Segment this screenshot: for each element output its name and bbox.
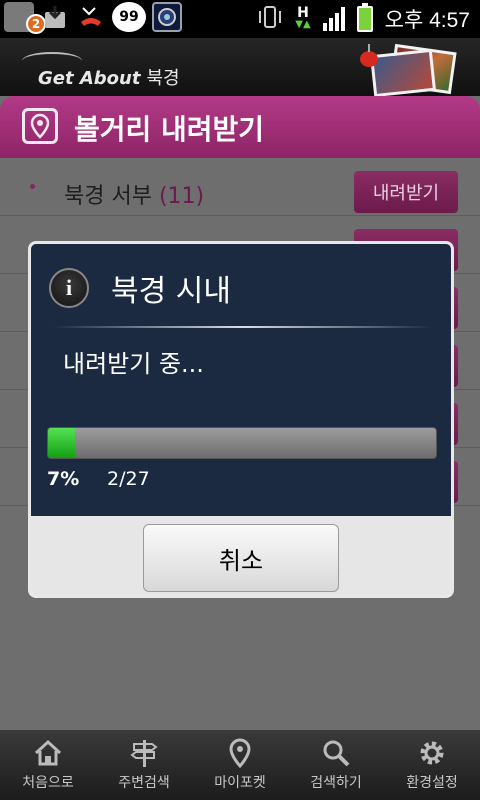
- dialog-button-bar: 취소: [31, 516, 451, 595]
- signpost-icon: [126, 738, 162, 768]
- dialog-message: 내려받기 중...: [63, 350, 204, 378]
- download-button[interactable]: 내려받기: [354, 171, 458, 213]
- progress-count: 2/27: [107, 468, 150, 490]
- nav-settings[interactable]: 환경설정: [384, 730, 480, 800]
- progress-percent: 7%: [47, 468, 80, 490]
- nav-label: 환경설정: [406, 775, 458, 791]
- photo-notification-icon: 2: [4, 2, 46, 34]
- nav-search[interactable]: 검색하기: [288, 730, 384, 800]
- dialog-divider: [53, 326, 433, 328]
- network-letter: H: [297, 5, 309, 21]
- vibrate-icon: [257, 5, 283, 33]
- bullet-icon: [30, 184, 35, 189]
- app-header: Get About 북경: [0, 38, 480, 98]
- lantern-icon: [360, 44, 378, 67]
- paw-counter-icon: 99: [112, 2, 146, 32]
- nav-label: 주변검색: [118, 775, 170, 791]
- cancel-button[interactable]: 취소: [143, 524, 339, 592]
- location-pin-icon: [222, 738, 258, 768]
- header-photo-collage: [352, 43, 472, 98]
- logo-city: 북경: [146, 68, 180, 89]
- status-bar: 2 99 H ▼▲ 오후 4:57: [0, 0, 480, 38]
- page-title: 볼거리 내려받기: [74, 113, 265, 146]
- region-name: 북경 서부: [64, 184, 152, 209]
- missed-call-icon: [76, 2, 106, 32]
- page-title-bar: 볼거리 내려받기: [0, 96, 480, 158]
- logo-text: Get About: [38, 68, 141, 89]
- nav-nearby[interactable]: 주변검색: [96, 730, 192, 800]
- network-type-icon: H ▼▲: [295, 5, 311, 30]
- nav-home[interactable]: 처음으로: [0, 730, 96, 800]
- progress-fill: [48, 428, 76, 458]
- list-item-label: 북경 서부 (11): [64, 178, 204, 210]
- home-icon: [30, 738, 66, 768]
- search-icon: [318, 738, 354, 768]
- bottom-nav: 처음으로 주변검색 마이포켓 검색하기 환경설정: [0, 730, 480, 800]
- app-logo: Get About 북경: [38, 64, 180, 90]
- location-pin-icon: [22, 108, 58, 144]
- list-item[interactable]: 북경 서부 (11) 내려받기: [0, 158, 480, 216]
- info-icon: i: [49, 268, 89, 308]
- status-clock: 오후 4:57: [384, 9, 470, 32]
- progress-bar: [47, 427, 437, 459]
- nav-my-pocket[interactable]: 마이포켓: [192, 730, 288, 800]
- nav-label: 검색하기: [310, 775, 362, 791]
- dialog-title: 북경 시내: [111, 274, 231, 309]
- gear-icon: [414, 738, 450, 768]
- download-notification-icon: [40, 2, 70, 32]
- nav-label: 처음으로: [22, 775, 74, 791]
- nav-label: 마이포켓: [214, 775, 266, 791]
- signal-strength-icon: [322, 7, 345, 31]
- camera-app-icon: [152, 2, 182, 32]
- download-progress-dialog: i 북경 시내 내려받기 중... 7% 2/27 취소: [28, 241, 454, 598]
- region-count: (11): [158, 184, 205, 209]
- dialog-body: i 북경 시내 내려받기 중... 7% 2/27: [31, 244, 451, 516]
- battery-icon: [356, 3, 373, 32]
- paw-count: 99: [119, 9, 139, 25]
